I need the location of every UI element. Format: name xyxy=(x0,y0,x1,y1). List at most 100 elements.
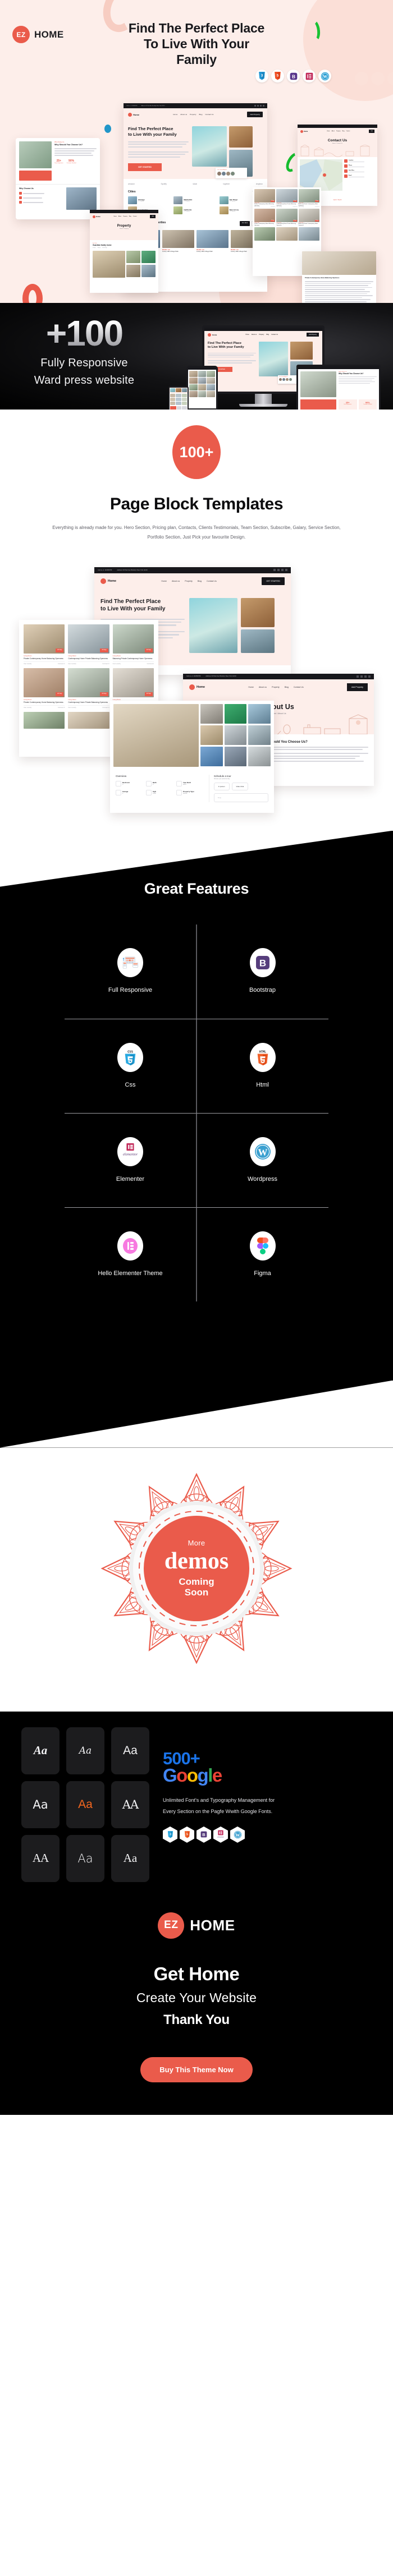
svg-text:HTML: HTML xyxy=(259,1050,266,1054)
promo-page: EZ HOME Find The Perfect Place To Live W… xyxy=(0,0,393,2115)
feature-full-responsive[interactable]: Full Responsive xyxy=(65,924,196,1019)
feature-label: Figma xyxy=(254,1269,271,1277)
font-sample-tile: Aa xyxy=(66,1727,104,1774)
shot-add-property-button[interactable]: Add Property xyxy=(247,112,263,117)
feature-label: Elementer xyxy=(116,1175,145,1183)
feature-label: Wordpress xyxy=(248,1175,277,1183)
shot-get-started-button[interactable]: GET STARTED xyxy=(128,163,162,171)
font-sample-tile-accent: Aa xyxy=(66,1781,104,1828)
coming-soon-text: More demos Coming Soon xyxy=(140,1539,253,1598)
wordpress-icon[interactable]: W xyxy=(318,70,331,82)
device-phone xyxy=(168,386,189,410)
typography-description: Unlimited Font's and Typography Manageme… xyxy=(163,1797,275,1815)
responsive-line-2: Ward press website xyxy=(34,374,135,387)
font-sample-tile: Aa xyxy=(111,1834,149,1882)
typography-inner: Aa Aa Aa Aa Aa AA AA Aa Aa 500+ Google U… xyxy=(0,1727,393,1882)
feature-bootstrap[interactable]: B Bootstrap xyxy=(196,924,328,1019)
google-fonts-column: 500+ Google Unlimited Font's and Typogra… xyxy=(163,1727,292,1882)
feature-figma[interactable]: Figma xyxy=(196,1207,328,1301)
features-section: Great Features Full Responsive B Bootstr… xyxy=(0,830,393,1448)
font-sample-tile: Aa xyxy=(111,1727,149,1774)
figma-icon xyxy=(249,1231,276,1261)
elementor-icon[interactable] xyxy=(303,70,316,82)
blocks-heading: Page Block Templates xyxy=(109,495,284,513)
svg-text:5: 5 xyxy=(186,1833,188,1836)
coming-soon-demos: demos xyxy=(164,1548,229,1574)
font-sample-tile: Aa xyxy=(66,1834,104,1882)
elementor-icon[interactable]: elementor xyxy=(213,1826,228,1843)
brand-logo-hero[interactable]: EZ HOME xyxy=(12,26,64,43)
svg-text:B: B xyxy=(202,1832,205,1837)
shot-property-title: Property xyxy=(117,224,131,228)
google-letter: g xyxy=(197,1764,209,1786)
shot-choose-title: Why Should You Choose Us? xyxy=(261,740,308,744)
hero-title-line-2: To Live With Your xyxy=(143,36,250,52)
blocks-subtext: Everything is already made for you. Hero… xyxy=(52,525,341,540)
logo-wordmark: HOME xyxy=(34,29,64,40)
hello-elementor-icon xyxy=(117,1231,143,1261)
font-sample-tile: Aa xyxy=(21,1781,60,1828)
shot-stat-label: Years Experience xyxy=(54,163,63,164)
screenshot-property: Home Home About Property Blog Contact Add Pr… xyxy=(90,210,158,293)
google-letter: o xyxy=(186,1764,198,1786)
google-letter: e xyxy=(212,1764,222,1786)
feature-label: Hello Elementer Theme xyxy=(98,1269,163,1277)
svg-text:W: W xyxy=(323,74,327,79)
responsive-devices-icon xyxy=(117,948,143,978)
shot-blog-badge: 20 Sep xyxy=(56,648,64,652)
bootstrap-icon[interactable]: B xyxy=(196,1826,211,1843)
footer-heading: Get Home xyxy=(153,1963,240,1984)
features-row: elementor Elementer W Wordpress xyxy=(65,1112,328,1207)
feature-label: Bootstrap xyxy=(249,987,276,994)
svg-text:B: B xyxy=(259,958,266,969)
decor-dot-blue xyxy=(104,125,111,133)
brand-logo-footer[interactable]: EZ HOME xyxy=(0,1912,393,1939)
html5-icon[interactable]: 5 xyxy=(180,1826,194,1843)
font-sample-tile: Aa xyxy=(21,1727,60,1774)
typography-section: Aa Aa Aa Aa Aa AA AA Aa Aa 500+ Google U… xyxy=(0,1711,393,1902)
hero-title: Find The Perfect Place To Live With Your… xyxy=(95,20,298,67)
decor-blob-peach xyxy=(303,0,393,101)
features-row: CSS Css HTML Html xyxy=(65,1018,328,1113)
svg-text:W: W xyxy=(258,1147,267,1157)
coming-word: Coming xyxy=(179,1576,214,1587)
font-sample-tile: AA xyxy=(111,1781,149,1828)
buy-theme-button[interactable]: Buy This Theme Now xyxy=(140,2057,253,2082)
feature-label: Html xyxy=(256,1081,269,1088)
feature-elementor[interactable]: elementor Elementer xyxy=(65,1112,196,1207)
svg-text:5: 5 xyxy=(277,74,279,78)
logo-wordmark: HOME xyxy=(190,1916,235,1934)
html5-icon: HTML xyxy=(249,1042,276,1072)
shot-overview-title: Overview xyxy=(116,774,127,778)
svg-text:B: B xyxy=(291,73,295,79)
google-letter: o xyxy=(176,1764,188,1786)
feature-html[interactable]: HTML Html xyxy=(196,1018,328,1113)
feature-label: Css xyxy=(125,1081,136,1088)
css3-icon[interactable]: 3 xyxy=(255,70,268,82)
svg-text:3: 3 xyxy=(170,1833,171,1836)
shot-blog-tag: Living Room xyxy=(24,655,32,657)
feature-css[interactable]: CSS Css xyxy=(65,1018,196,1113)
logo-mark: EZ xyxy=(12,26,30,43)
svg-text:3: 3 xyxy=(261,74,263,78)
device-tablet xyxy=(186,366,218,410)
shot-nav-cta[interactable]: GET STARTED xyxy=(262,577,285,585)
html5-icon[interactable]: 5 xyxy=(271,70,284,82)
coming-soon-more: More xyxy=(188,1538,205,1547)
diagonal-divider-bottom xyxy=(0,1380,393,1448)
footer-subheading: Create Your Website xyxy=(136,1990,257,2005)
screenshot-blocks-gallery: Overview Bedroom 3 Bath 2 Year Built 2024 G… xyxy=(110,700,274,813)
google-letter: l xyxy=(208,1764,213,1786)
hero-title-line-1: Find The Perfect Place xyxy=(128,21,265,35)
google-wordmark: Google xyxy=(163,1764,292,1786)
wordpress-icon: W xyxy=(249,1137,276,1166)
shot-title: Why Should You Choose Us? xyxy=(54,144,83,146)
bootstrap-icon[interactable]: B xyxy=(287,70,300,82)
feature-hello-elementor-theme[interactable]: Hello Elementer Theme xyxy=(65,1207,196,1301)
elementor-icon: elementor xyxy=(117,1137,143,1166)
wordpress-icon[interactable]: W xyxy=(230,1826,245,1843)
feature-wordpress[interactable]: W Wordpress xyxy=(196,1112,328,1207)
css3-icon[interactable]: 3 xyxy=(163,1826,177,1843)
decor-dot-row xyxy=(355,72,393,85)
shot-hero-line-1: Find The Perfect Place xyxy=(128,126,173,131)
